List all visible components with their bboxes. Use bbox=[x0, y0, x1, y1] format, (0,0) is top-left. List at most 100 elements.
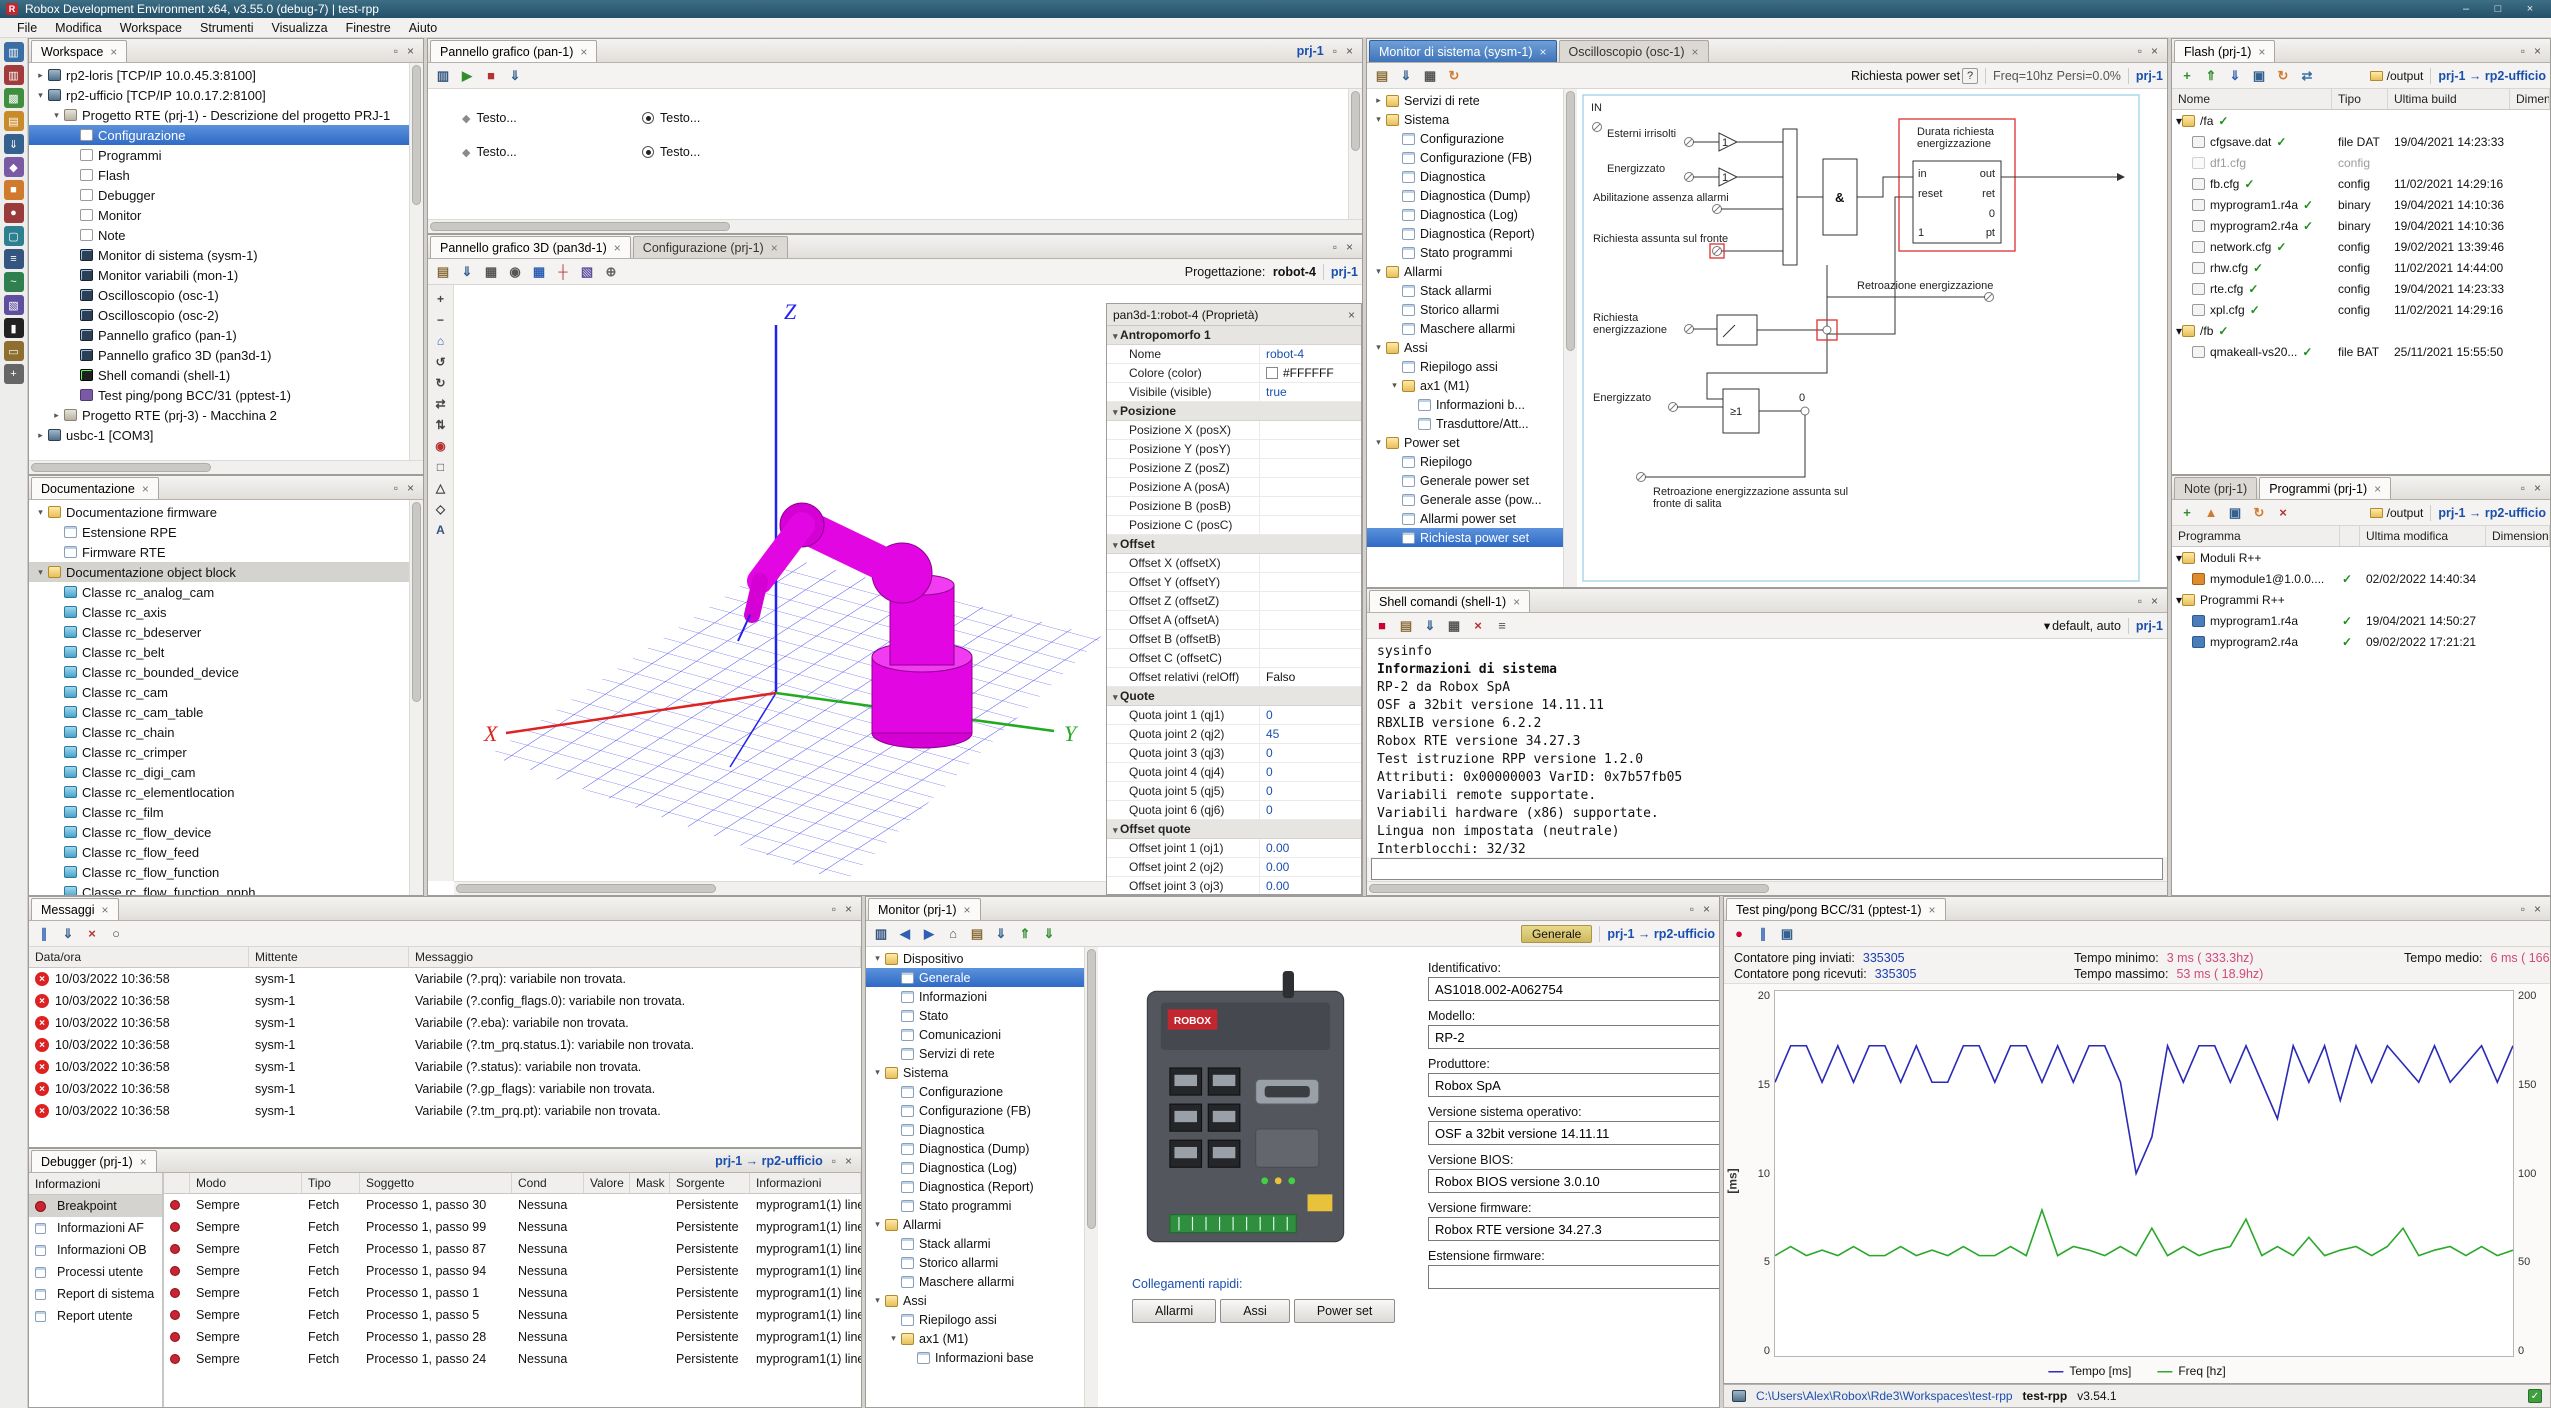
flash-row[interactable]: network.cfg ✓ config 19/02/2021 13:39:46 bbox=[2172, 236, 2550, 257]
flash-row[interactable]: myprogram2.r4a ✓ binary 19/04/2021 14:10… bbox=[2172, 215, 2550, 236]
tree-item[interactable]: ▾ Dispositivo bbox=[866, 949, 1084, 968]
menu-item[interactable]: Visualizza bbox=[263, 18, 337, 37]
tree-item[interactable]: Diagnostica bbox=[1367, 167, 1563, 186]
property-row[interactable]: Posizione Z (posZ) bbox=[1107, 459, 1361, 478]
tree-item[interactable]: Configurazione (FB) bbox=[866, 1101, 1084, 1120]
property-value[interactable]: 0.00 bbox=[1259, 858, 1361, 876]
project-new-icon[interactable]: ▩ bbox=[4, 88, 24, 108]
menu-item[interactable]: Strumenti bbox=[191, 18, 263, 37]
flash-path[interactable]: /output bbox=[2387, 69, 2424, 83]
tree-item[interactable]: ▾ Documentazione firmware bbox=[29, 502, 409, 522]
save-icon[interactable]: ⇓ bbox=[57, 924, 79, 944]
options-icon[interactable]: + bbox=[4, 364, 24, 384]
tab-note[interactable]: Note (prj-1) bbox=[2174, 477, 2257, 499]
property-row[interactable]: Offset joint 3 (oj3) 0.00 bbox=[1107, 877, 1361, 894]
expander-icon[interactable]: ▾ bbox=[870, 1219, 885, 1230]
tree-item[interactable]: Programmi bbox=[29, 145, 409, 165]
save-icon[interactable]: ▣ bbox=[2248, 66, 2270, 86]
float-icon[interactable]: ▫ bbox=[2138, 44, 2142, 58]
column-header[interactable]: Dimensione bbox=[2510, 89, 2550, 109]
tree-item[interactable]: Informazioni bbox=[866, 987, 1084, 1006]
debugger-category-item[interactable]: Report di sistema bbox=[29, 1283, 162, 1305]
close-icon[interactable]: × bbox=[1346, 240, 1353, 254]
flash-row[interactable]: myprogram1.r4a ✓ binary 19/04/2021 14:10… bbox=[2172, 194, 2550, 215]
close-icon[interactable]: × bbox=[407, 44, 414, 58]
new-file-icon[interactable]: + bbox=[2176, 66, 2198, 86]
debugger-icon[interactable]: ● bbox=[4, 203, 24, 223]
tree-item[interactable]: Pannello grafico (pan-1) bbox=[29, 325, 409, 345]
menu-item[interactable]: Aiuto bbox=[400, 18, 447, 37]
column-header[interactable]: Mittente bbox=[249, 947, 409, 967]
zoom-out-icon[interactable]: − bbox=[431, 310, 451, 329]
record-icon[interactable]: ● bbox=[1728, 924, 1750, 944]
tree-item[interactable]: ▾ Documentazione object block bbox=[29, 562, 409, 582]
save-icon[interactable]: ⇓ bbox=[456, 262, 478, 282]
run-icon[interactable]: ▶ bbox=[456, 66, 478, 86]
tree-item[interactable]: ▾ Progetto RTE (prj-1) - Descrizione del… bbox=[29, 105, 409, 125]
text-object[interactable]: Testo... bbox=[476, 111, 516, 125]
breakpoint-row[interactable]: Sempre Fetch Processo 1, passo 5 Nessuna… bbox=[164, 1304, 861, 1326]
tree-item[interactable]: Diagnostica (Dump) bbox=[1367, 186, 1563, 205]
breakpoint-row[interactable]: Sempre Fetch Processo 1, passo 28 Nessun… bbox=[164, 1326, 861, 1348]
program-row[interactable]: ▾ Moduli R++ bbox=[2172, 547, 2550, 568]
tree-item[interactable]: Classe rc_cam bbox=[29, 682, 409, 702]
upload-icon[interactable]: ⇑ bbox=[2200, 66, 2222, 86]
tab-flash[interactable]: Flash (prj-1) × bbox=[2174, 40, 2275, 62]
vertical-scrollbar[interactable] bbox=[409, 500, 423, 895]
column-header[interactable]: Ultima modifica bbox=[2360, 526, 2486, 546]
close-icon[interactable]: × bbox=[2258, 45, 2265, 59]
print-icon[interactable]: ▦ bbox=[480, 262, 502, 282]
column-header[interactable]: Nome bbox=[2172, 89, 2332, 109]
tree-item[interactable]: Diagnostica bbox=[866, 1120, 1084, 1139]
property-value[interactable]: 0.00 bbox=[1259, 877, 1361, 894]
tree-item[interactable]: Classe rc_flow_function_nnph bbox=[29, 882, 409, 895]
grid-icon[interactable]: ▦ bbox=[528, 262, 550, 282]
close-icon[interactable]: × bbox=[142, 482, 149, 496]
box-view-icon[interactable]: □ bbox=[431, 457, 451, 476]
expander-icon[interactable]: ▾ bbox=[1387, 380, 1402, 391]
tree-item[interactable]: ▾ Assi bbox=[866, 1291, 1084, 1310]
workspace-path[interactable]: C:\Users\Alex\Robox\Rde3\Workspaces\test… bbox=[1756, 1389, 2013, 1403]
tab-programmi[interactable]: Programmi (prj-1) × bbox=[2259, 477, 2391, 499]
save-icon[interactable]: ⇓ bbox=[990, 924, 1012, 944]
tree-item[interactable]: Storico allarmi bbox=[866, 1253, 1084, 1272]
vertical-scrollbar[interactable] bbox=[1084, 947, 1098, 1407]
close-icon[interactable]: × bbox=[614, 241, 621, 255]
property-row[interactable]: Quota joint 5 (qj5) 0 bbox=[1107, 782, 1361, 801]
save-icon[interactable]: ▣ bbox=[1776, 924, 1798, 944]
property-value[interactable]: 0 bbox=[1259, 801, 1361, 819]
close-icon[interactable]: × bbox=[1346, 44, 1353, 58]
column-header[interactable]: Tipo bbox=[2332, 89, 2388, 109]
tree-item[interactable]: Classe rc_digi_cam bbox=[29, 762, 409, 782]
tree-item[interactable]: Classe rc_flow_device bbox=[29, 822, 409, 842]
monitor-icon[interactable]: ▥ bbox=[870, 924, 892, 944]
back-icon[interactable]: ◀ bbox=[894, 924, 916, 944]
debugger-category-item[interactable]: Breakpoint bbox=[29, 1195, 162, 1217]
flash-row[interactable]: qmakeall-vs20... ✓ file BAT 25/11/2021 1… bbox=[2172, 341, 2550, 362]
menu-item[interactable]: Workspace bbox=[111, 18, 191, 37]
add-icon[interactable]: + bbox=[2176, 503, 2198, 523]
close-icon[interactable]: × bbox=[2151, 594, 2158, 608]
axes-icon[interactable]: ┼ bbox=[552, 262, 574, 282]
debugger-category-item[interactable]: Informazioni OB bbox=[29, 1239, 162, 1261]
tree-item[interactable]: ▾ ax1 (M1) bbox=[866, 1329, 1084, 1348]
close-button[interactable]: × bbox=[2515, 2, 2545, 17]
shell-mode-select[interactable]: default, auto bbox=[2052, 619, 2121, 633]
property-row[interactable]: Visibile (visible) true bbox=[1107, 383, 1361, 402]
sync-icon[interactable]: ⇄ bbox=[2296, 66, 2318, 86]
vertical-scrollbar[interactable] bbox=[409, 63, 423, 460]
download-icon[interactable]: ⇓ bbox=[2224, 66, 2246, 86]
property-row[interactable]: Posizione X (posX) bbox=[1107, 421, 1361, 440]
program-row[interactable]: myprogram1.r4a ✓ 19/04/2021 14:50:27 bbox=[2172, 610, 2550, 631]
menu-item[interactable]: Modifica bbox=[46, 18, 111, 37]
column-header[interactable]: Data/ora bbox=[29, 947, 249, 967]
open-icon[interactable]: ▤ bbox=[1395, 616, 1417, 636]
open-icon[interactable]: ▤ bbox=[966, 924, 988, 944]
property-row[interactable]: Offset joint 2 (oj2) 0.00 bbox=[1107, 858, 1361, 877]
property-row[interactable]: Posizione B (posB) bbox=[1107, 497, 1361, 516]
float-icon[interactable]: ▫ bbox=[2521, 902, 2525, 916]
close-icon[interactable]: × bbox=[2151, 44, 2158, 58]
target-icon[interactable]: ◉ bbox=[431, 436, 451, 455]
tab-debugger[interactable]: Debugger (prj-1) × bbox=[31, 1150, 157, 1172]
property-row[interactable]: Quota joint 3 (qj3) 0 bbox=[1107, 744, 1361, 763]
